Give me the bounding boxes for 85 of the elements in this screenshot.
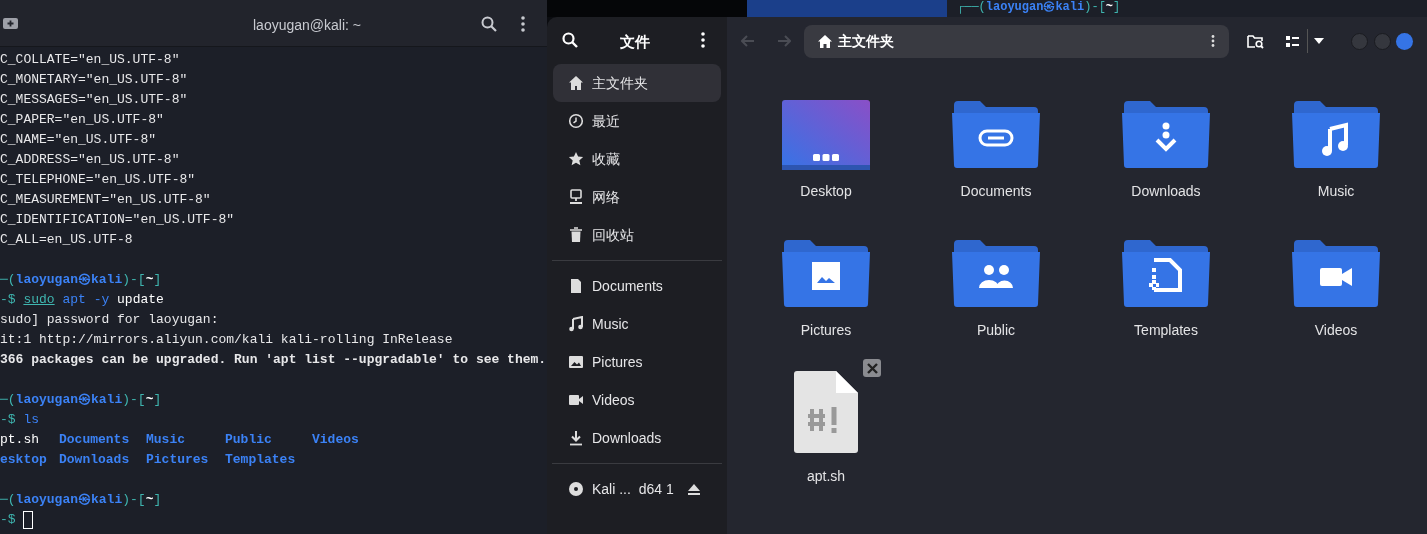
picture-icon: [568, 354, 584, 370]
trash-icon: [568, 227, 584, 243]
file-name: apt.sh: [806, 467, 846, 485]
sidebar-item[interactable]: 收藏: [553, 140, 721, 178]
output-line: C_ADDRESS="en_US.UTF-8": [0, 151, 180, 169]
command-line: -$: [0, 511, 17, 529]
menu-icon[interactable]: [521, 16, 525, 32]
file-entry: pt.sh: [0, 431, 39, 449]
file-name: Videos: [1314, 321, 1358, 339]
output-line: C_PAPER="en_US.UTF-8": [0, 111, 164, 129]
search-icon[interactable]: [562, 32, 578, 48]
menu-icon[interactable]: [1211, 35, 1215, 47]
folder-picture-icon: [782, 238, 870, 308]
home-icon: [818, 34, 832, 48]
output-line: C_ALL=en_US.UTF-8: [0, 231, 133, 249]
document-icon: [568, 278, 584, 294]
folder-people-icon: [952, 238, 1040, 308]
folder-video-icon: [1292, 238, 1380, 308]
output-line: C_MONETARY="en_US.UTF-8": [0, 71, 188, 89]
command-line: -$ ls: [0, 411, 39, 429]
star-icon: [568, 151, 584, 167]
prompt-line: ─(laoyugan㉿kali)-[~]: [0, 391, 162, 409]
file-entry: Templates: [225, 451, 296, 469]
file-name: Pictures: [800, 321, 852, 339]
home-icon: [568, 75, 584, 91]
sidebar-item[interactable]: 主文件夹: [553, 64, 721, 102]
new-tab-icon[interactable]: [3, 16, 18, 29]
prompt-line: ─(laoyugan㉿kali)-[~]: [0, 271, 162, 289]
path-bar[interactable]: 主文件夹: [804, 24, 1229, 58]
sidebar-item[interactable]: 最近: [553, 102, 721, 140]
video-camera-icon: [568, 392, 584, 408]
file-name: Documents: [960, 182, 1032, 200]
folder-document-icon: [1122, 238, 1210, 308]
sidebar-item[interactable]: Downloads: [553, 419, 721, 457]
folder-music-icon: [1292, 99, 1380, 169]
folder-paperclip-icon: [952, 99, 1040, 169]
output-line: C_MEASUREMENT="en_US.UTF-8": [0, 191, 211, 209]
file-entry: Pictures: [146, 451, 209, 469]
output-line: sudo] password for laoyugan:: [0, 311, 219, 329]
terminal-prompt: ┌──(laoyugan㉿kali)-[~]: [957, 0, 1122, 15]
sidebar-item[interactable]: Kali ... d64 1: [553, 470, 721, 508]
download-icon: [568, 430, 584, 446]
file-name: Desktop: [800, 182, 852, 200]
output-line: C_COLLATE="en_US.UTF-8": [0, 51, 180, 69]
disc-icon: [568, 481, 584, 497]
sidebar-item[interactable]: Music: [553, 305, 721, 343]
close-badge[interactable]: [863, 359, 881, 377]
folder-download-icon: [1122, 99, 1210, 169]
dropdown-caret-icon[interactable]: [1314, 38, 1324, 44]
sidebar-item[interactable]: Videos: [553, 381, 721, 419]
prompt-line: ─(laoyugan㉿kali)-[~]: [0, 491, 162, 509]
output-line: C_NAME="en_US.UTF-8": [0, 131, 157, 149]
close-button[interactable]: [1396, 32, 1413, 50]
music-note-icon: [568, 316, 584, 332]
file-entry: esktop: [0, 451, 47, 469]
search-icon[interactable]: [481, 16, 497, 32]
sidebar-item[interactable]: Pictures: [553, 343, 721, 381]
list-view-icon[interactable]: [1286, 35, 1299, 47]
sidebar-item[interactable]: 网络: [553, 178, 721, 216]
sidebar-item[interactable]: 回收站: [553, 216, 721, 254]
window-title: laoyugan@kali: ~: [253, 16, 361, 35]
file-entry: Downloads: [59, 451, 130, 469]
clock-icon: [568, 113, 584, 129]
file-entry: Public: [225, 431, 272, 449]
eject-icon[interactable]: [687, 483, 700, 495]
sidebar-item[interactable]: Documents: [553, 267, 721, 305]
command-line: -$ sudo apt -y update: [0, 291, 164, 309]
output-line: 366 packages can be upgraded. Run 'apt list --upgradable' to see them.: [0, 351, 547, 369]
file-name: Templates: [1134, 321, 1198, 339]
file-entry: Documents: [59, 431, 130, 449]
output-line: C_MESSAGES="en_US.UTF-8": [0, 91, 188, 109]
computer-icon: [568, 189, 584, 205]
app-title: 文件: [620, 32, 650, 52]
folder-search-icon[interactable]: [1247, 33, 1264, 49]
output-line: it:1 http://mirrors.aliyun.com/kali kali-rolling InRelease: [0, 331, 453, 349]
script-file-icon: [794, 371, 858, 453]
output-line: C_IDENTIFICATION="en_US.UTF-8": [0, 211, 235, 229]
menu-icon[interactable]: [701, 32, 705, 48]
output-line: C_TELEPHONE="en_US.UTF-8": [0, 171, 196, 189]
file-name: Public: [976, 321, 1016, 339]
file-name: Downloads: [1131, 182, 1201, 200]
file-entry: Music: [146, 431, 185, 449]
file-entry: Videos: [312, 431, 359, 449]
file-name: Music: [1317, 182, 1355, 200]
desktop-folder-icon: [781, 99, 871, 171]
